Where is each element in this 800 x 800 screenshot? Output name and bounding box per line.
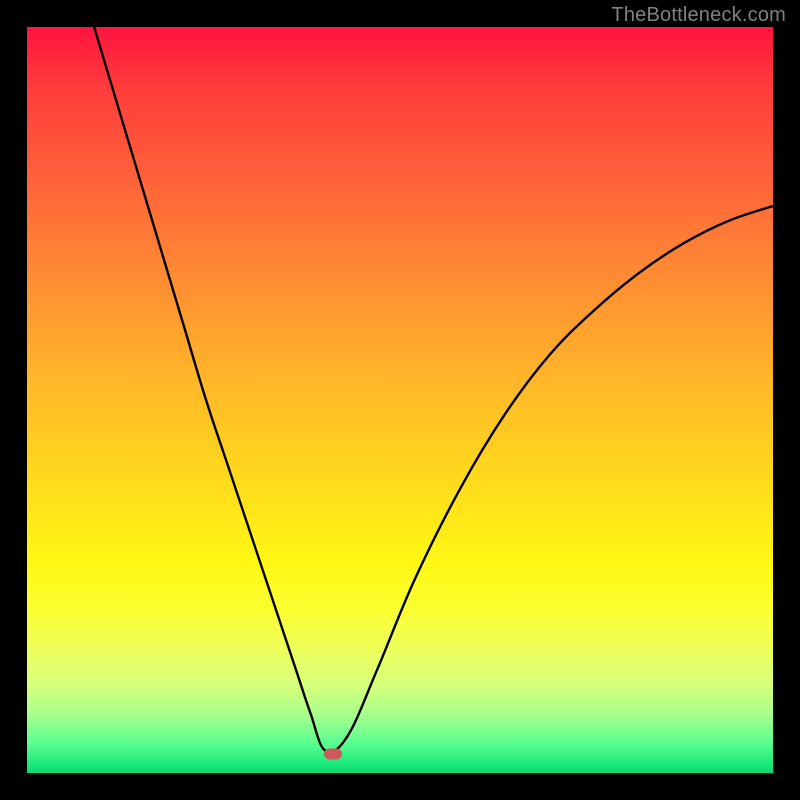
- chart-plot-area: [27, 27, 773, 773]
- optimum-marker: [324, 749, 342, 760]
- watermark-text: TheBottleneck.com: [611, 4, 786, 27]
- bottleneck-curve: [27, 27, 773, 773]
